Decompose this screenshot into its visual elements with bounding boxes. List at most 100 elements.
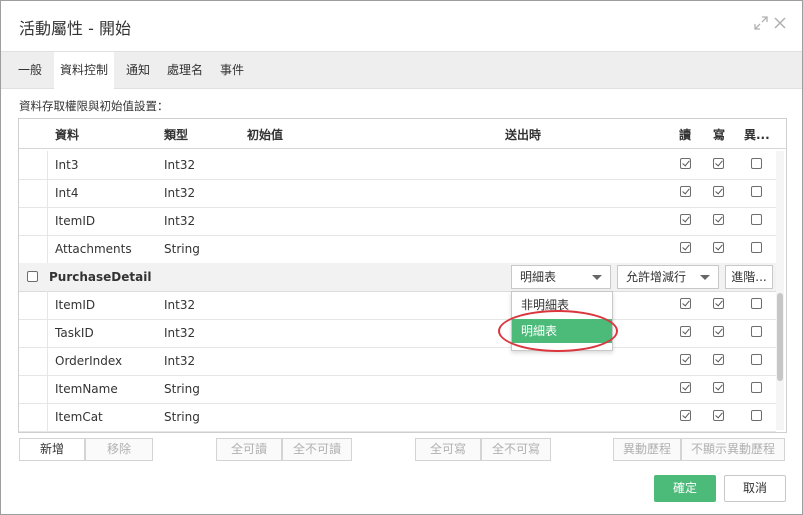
write-checkbox[interactable]: [713, 214, 724, 225]
indent-guide: [47, 403, 48, 431]
cancel-button[interactable]: 取消: [724, 475, 786, 502]
row-field-type: String: [164, 382, 200, 396]
hide-diff-history-button[interactable]: 不顯示異動歷程: [681, 438, 785, 461]
ok-button[interactable]: 確定: [654, 475, 716, 502]
table-row[interactable]: ItemName String: [19, 375, 776, 404]
column-header-read[interactable]: 讀: [679, 126, 691, 143]
group-checkbox[interactable]: [27, 271, 38, 282]
write-checkbox[interactable]: [713, 158, 724, 169]
data-permission-grid: 資料 類型 初始值 送出時 讀 寫 異... Int3 Int32 Int4 I…: [18, 118, 787, 433]
row-mode-select[interactable]: 允許增減行: [617, 265, 719, 289]
dialog-title: 活動屬性 - 開始: [19, 19, 131, 38]
diff-checkbox[interactable]: [751, 186, 762, 197]
column-header-write[interactable]: 寫: [713, 126, 725, 143]
row-field-name: TaskID: [55, 326, 94, 340]
diff-checkbox[interactable]: [751, 214, 762, 225]
write-checkbox[interactable]: [713, 326, 724, 337]
scrollbar-thumb[interactable]: [777, 293, 783, 381]
table-row[interactable]: TaskID Int32: [19, 319, 776, 348]
dropdown-option-non-detail[interactable]: 非明細表: [512, 293, 612, 317]
diff-checkbox[interactable]: [751, 298, 762, 309]
row-field-type: Int32: [164, 298, 196, 312]
table-mode-value: 明細表: [520, 270, 557, 284]
table-row[interactable]: Attachments String: [19, 235, 776, 264]
column-header-initial-value[interactable]: 初始值: [247, 126, 283, 143]
column-header-diff[interactable]: 異...: [744, 126, 770, 143]
write-checkbox[interactable]: [713, 354, 724, 365]
tab-events[interactable]: 事件: [213, 52, 251, 88]
tab-handler-name[interactable]: 處理名: [161, 52, 209, 88]
read-checkbox[interactable]: [680, 186, 691, 197]
advanced-button[interactable]: 進階...: [725, 265, 773, 289]
chevron-down-icon: [592, 275, 602, 280]
activity-properties-dialog: 活動屬性 - 開始 一般 資料控制 通知 處理名 事件 資料存取權限與初始值設置…: [0, 0, 803, 515]
row-field-type: Int32: [164, 158, 196, 172]
indent-guide: [47, 375, 48, 403]
tab-general[interactable]: 一般: [11, 52, 49, 88]
diff-checkbox[interactable]: [751, 382, 762, 393]
column-header-type[interactable]: 類型: [164, 126, 188, 143]
column-header-on-send[interactable]: 送出時: [505, 126, 541, 143]
none-writable-button[interactable]: 全不可寫: [481, 438, 551, 461]
table-row[interactable]: ItemCat String: [19, 403, 776, 432]
indent-guide: [47, 319, 48, 347]
write-checkbox[interactable]: [713, 410, 724, 421]
read-checkbox[interactable]: [680, 326, 691, 337]
chevron-down-icon: [700, 275, 710, 280]
row-mode-value: 允許增減行: [626, 270, 687, 284]
maximize-icon[interactable]: [753, 16, 769, 32]
table-row[interactable]: OrderIndex Int32: [19, 347, 776, 376]
read-checkbox[interactable]: [680, 214, 691, 225]
dropdown-option-detail[interactable]: 明細表: [512, 319, 612, 343]
diff-checkbox[interactable]: [751, 410, 762, 421]
diff-checkbox[interactable]: [751, 354, 762, 365]
table-row[interactable]: ItemID Int32: [19, 291, 776, 320]
write-checkbox[interactable]: [713, 382, 724, 393]
write-checkbox[interactable]: [713, 298, 724, 309]
table-row[interactable]: Int3 Int32: [19, 151, 776, 180]
write-checkbox[interactable]: [713, 242, 724, 253]
read-checkbox[interactable]: [680, 242, 691, 253]
vertical-scrollbar[interactable]: [776, 151, 784, 430]
table-mode-select[interactable]: 明細表: [511, 265, 611, 289]
row-field-name: ItemID: [55, 214, 96, 228]
close-icon[interactable]: [772, 16, 788, 32]
tab-data-control[interactable]: 資料控制: [54, 52, 114, 89]
row-field-name: ItemName: [55, 382, 118, 396]
indent-guide: [47, 207, 48, 235]
add-button[interactable]: 新增: [19, 438, 85, 461]
none-readable-button[interactable]: 全不可讀: [282, 438, 352, 461]
table-row[interactable]: ItemID Int32: [19, 207, 776, 236]
read-checkbox[interactable]: [680, 354, 691, 365]
tab-bar: 一般 資料控制 通知 處理名 事件: [1, 51, 802, 89]
all-readable-button[interactable]: 全可讀: [216, 438, 282, 461]
section-label: 資料存取權限與初始值設置：: [19, 99, 169, 113]
row-field-type: String: [164, 242, 200, 256]
indent-guide: [47, 347, 48, 375]
table-mode-dropdown: 非明細表 明細表: [511, 291, 613, 351]
indent-guide: [47, 179, 48, 207]
read-checkbox[interactable]: [680, 410, 691, 421]
row-field-name: ItemCat: [55, 410, 103, 424]
diff-history-button[interactable]: 異動歷程: [613, 438, 681, 461]
read-checkbox[interactable]: [680, 298, 691, 309]
indent-guide: [47, 291, 48, 319]
table-row[interactable]: Int4 Int32: [19, 179, 776, 208]
write-checkbox[interactable]: [713, 186, 724, 197]
title-bar: 活動屬性 - 開始: [1, 1, 802, 51]
diff-checkbox[interactable]: [751, 242, 762, 253]
remove-button[interactable]: 移除: [85, 438, 153, 461]
column-header-data[interactable]: 資料: [55, 126, 79, 143]
row-field-name: OrderIndex: [55, 354, 123, 368]
tab-notification[interactable]: 通知: [119, 52, 157, 88]
all-writable-button[interactable]: 全可寫: [415, 438, 481, 461]
row-field-name: Attachments: [55, 242, 132, 256]
diff-checkbox[interactable]: [751, 158, 762, 169]
row-field-type: Int32: [164, 326, 196, 340]
row-field-type: Int32: [164, 354, 196, 368]
row-field-name: Int4: [55, 186, 79, 200]
read-checkbox[interactable]: [680, 382, 691, 393]
group-row-purchase-detail[interactable]: PurchaseDetail 明細表 允許增減行 進階...: [19, 263, 776, 292]
diff-checkbox[interactable]: [751, 326, 762, 337]
read-checkbox[interactable]: [680, 158, 691, 169]
